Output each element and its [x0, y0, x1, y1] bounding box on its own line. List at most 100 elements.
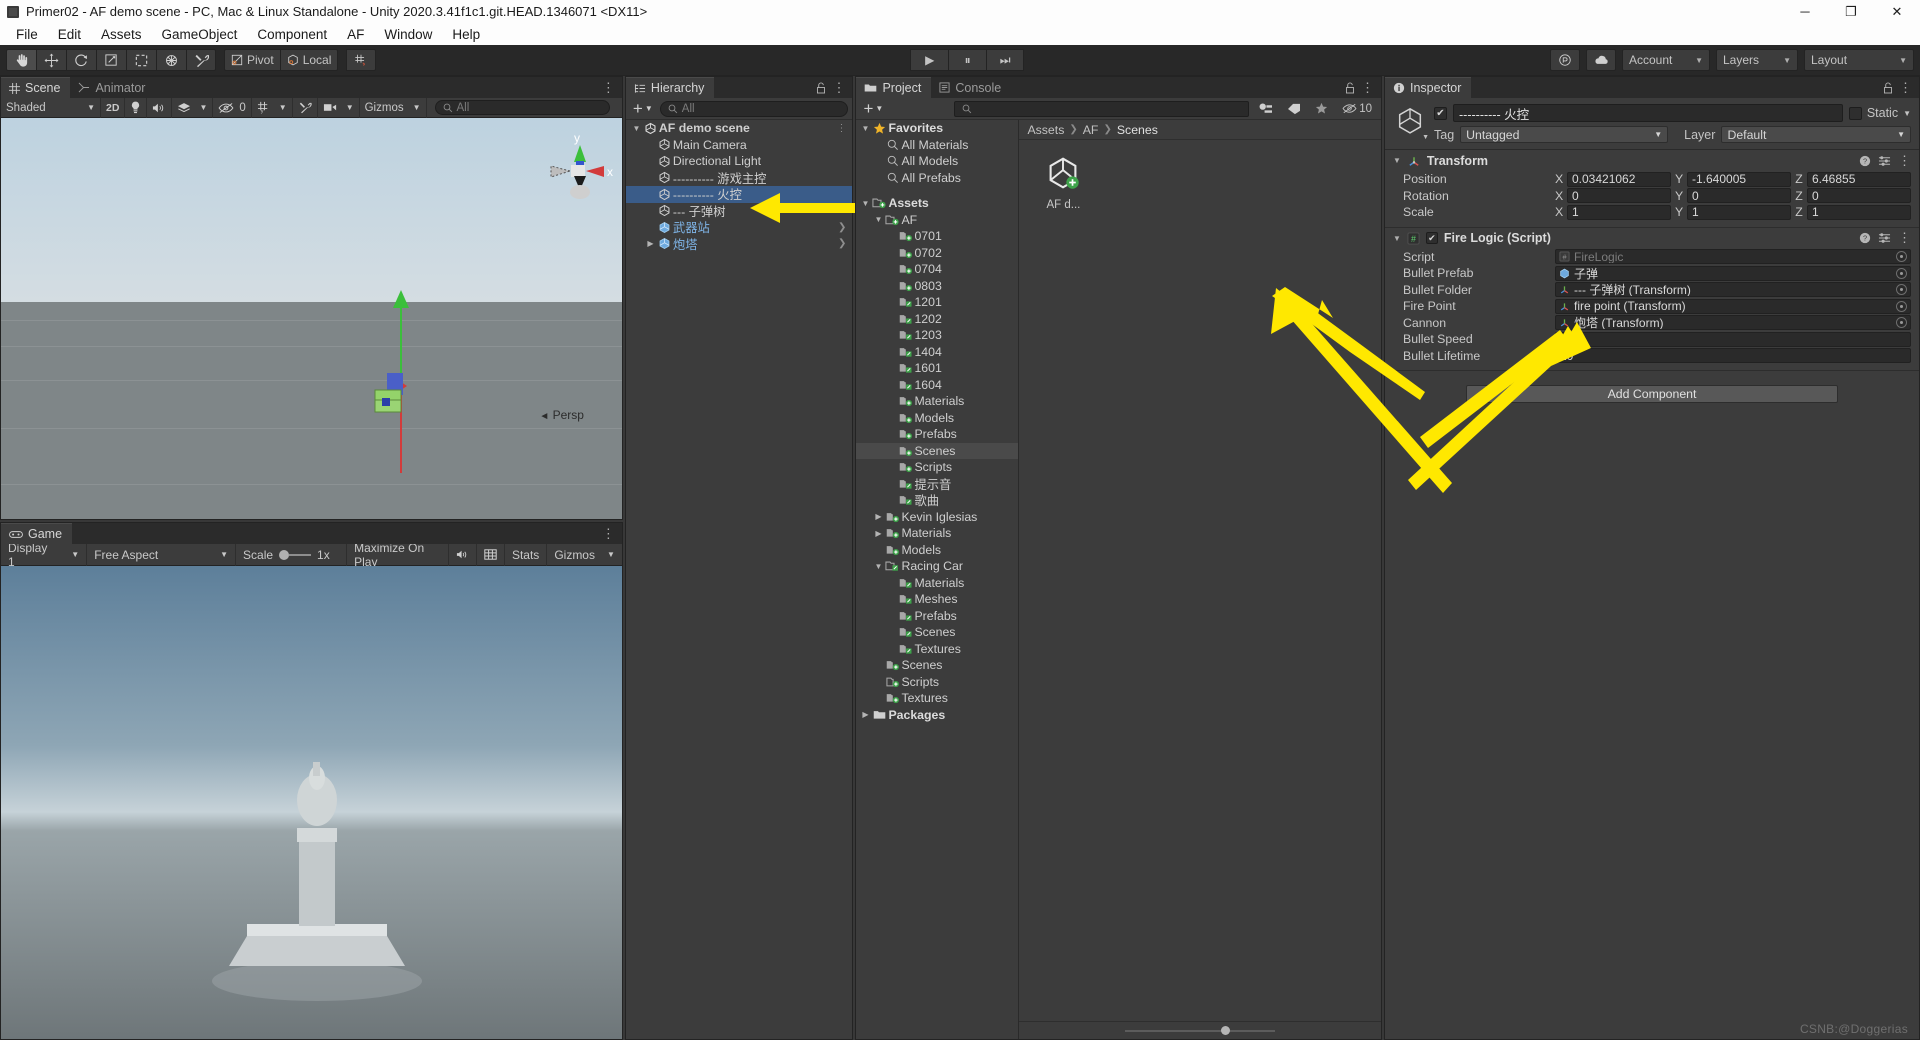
project-panel-header-icons[interactable]: ⋮	[1338, 77, 1381, 98]
step-button[interactable]: ⏭	[986, 49, 1025, 71]
kebab-icon[interactable]: ⋮	[832, 81, 845, 94]
scale-knob[interactable]	[279, 549, 290, 560]
transform-position-y-input[interactable]: -1.640005	[1687, 171, 1791, 187]
menu-file[interactable]: File	[6, 26, 48, 43]
game-grid-button[interactable]	[477, 543, 505, 566]
chevron-right-icon[interactable]: ❯	[838, 222, 846, 233]
grid-snap-button[interactable]	[346, 49, 377, 71]
filter-by-label-icon[interactable]	[1282, 103, 1306, 115]
asset-item[interactable]: AF d...	[1031, 150, 1095, 211]
account-dropdown[interactable]: Account ▼	[1622, 49, 1710, 71]
display-dropdown[interactable]: Display 1 ▼	[1, 541, 88, 569]
hierarchy-search-input[interactable]: All	[659, 100, 849, 117]
project-tree-item[interactable]: Models	[856, 542, 1018, 559]
slider-knob[interactable]	[1221, 1026, 1231, 1035]
scale-slider[interactable]: Scale 1x	[236, 543, 348, 566]
tab-project[interactable]: Project	[856, 77, 932, 98]
scene-transform-gizmo[interactable]	[1, 118, 622, 519]
asset-grid[interactable]: AF d...	[1019, 140, 1381, 1021]
breadcrumb-af[interactable]: AF	[1083, 123, 1099, 137]
project-tree-item[interactable]: Scripts	[856, 459, 1018, 476]
stats-button[interactable]: Stats	[505, 543, 548, 566]
thumbnail-size-slider[interactable]	[1125, 1026, 1276, 1035]
hierarchy-item[interactable]: ---------- 游戏主控	[626, 170, 853, 187]
foldout-closed-icon[interactable]: ▶	[644, 239, 657, 248]
foldout-icon[interactable]: ▼	[1393, 234, 1401, 243]
project-tree-item[interactable]: 1202	[856, 311, 1018, 328]
project-tree-item[interactable]: Scenes	[856, 657, 1018, 674]
preset-icon[interactable]	[1878, 155, 1891, 167]
project-tree-item[interactable]: Materials	[856, 393, 1018, 410]
game-gizmos-dropdown[interactable]: Gizmos ▼	[547, 544, 622, 566]
project-tree-item[interactable]: 1201	[856, 294, 1018, 311]
scene-grid-dropdown[interactable]: y ▼	[252, 97, 293, 118]
gameobject-enabled-checkbox[interactable]: ✔	[1434, 106, 1447, 120]
object-picker-icon[interactable]	[1896, 317, 1907, 329]
foldout-open-icon[interactable]: ▼	[630, 124, 643, 133]
lock-icon[interactable]	[1883, 81, 1893, 94]
kebab-icon[interactable]: ⋮	[1899, 81, 1912, 94]
hierarchy-tree[interactable]: ▼ AF demo scene ⋮ Main Camera Directional Li…	[625, 120, 853, 1039]
project-tree-item[interactable]: Meshes	[856, 591, 1018, 608]
transform-scale-y-input[interactable]: 1	[1687, 204, 1791, 220]
layout-dropdown[interactable]: Layout ▼	[1804, 49, 1914, 71]
help-icon[interactable]: ?	[1859, 232, 1871, 244]
project-tree-item[interactable]: 1404	[856, 344, 1018, 361]
project-tree-item[interactable]	[856, 186, 1018, 195]
project-tree-item[interactable]: 1604	[856, 377, 1018, 394]
filter-by-type-icon[interactable]	[1253, 102, 1278, 115]
preset-icon[interactable]	[1878, 232, 1891, 244]
project-tree-item[interactable]: 提示音	[856, 476, 1018, 493]
object-picker-icon[interactable]	[1896, 300, 1907, 312]
scene-audio-button[interactable]	[147, 97, 173, 118]
kebab-icon[interactable]: ⋮	[1898, 231, 1911, 244]
scene-lighting-button[interactable]	[125, 97, 148, 118]
project-search-input[interactable]	[954, 100, 1250, 117]
tag-dropdown[interactable]: Untagged ▼	[1460, 126, 1669, 143]
project-tree-item[interactable]: ▶ Kevin Iglesias	[856, 509, 1018, 526]
project-tree-item[interactable]: 1203	[856, 327, 1018, 344]
game-viewport[interactable]	[1, 566, 622, 1039]
hierarchy-item[interactable]: ▼ AF demo scene ⋮	[626, 120, 853, 137]
transform-tool-button[interactable]	[156, 49, 186, 71]
maximize-on-play-button[interactable]: Maximize On Play	[347, 541, 449, 569]
menu-assets[interactable]: Assets	[91, 26, 152, 43]
tab-console[interactable]: Console	[931, 77, 1012, 98]
rotate-tool-button[interactable]	[66, 49, 96, 71]
close-button[interactable]: ✕	[1874, 0, 1920, 23]
menu-gameobject[interactable]: GameObject	[152, 26, 248, 43]
rect-tool-button[interactable]	[126, 49, 156, 71]
menu-af[interactable]: AF	[337, 26, 374, 43]
hierarchy-item[interactable]: ---------- 火控	[625, 186, 853, 203]
tab-hierarchy[interactable]: Hierarchy	[625, 77, 715, 98]
hand-tool-button[interactable]	[6, 49, 36, 71]
maximize-button[interactable]: ❐	[1828, 0, 1874, 23]
minimize-button[interactable]: ─	[1782, 0, 1828, 23]
project-tree-item[interactable]: Prefabs	[856, 608, 1018, 625]
game-panel-menu[interactable]: ⋮	[594, 523, 622, 544]
menu-component[interactable]: Component	[247, 26, 337, 43]
breadcrumb-assets[interactable]: Assets	[1027, 123, 1064, 137]
cloud-button[interactable]	[1586, 49, 1616, 71]
transform-scale-x-input[interactable]: 1	[1567, 204, 1671, 220]
foldout-open-icon[interactable]: ▼	[872, 215, 884, 224]
tab-game[interactable]: Game	[1, 523, 73, 544]
tab-inspector[interactable]: Inspector	[1385, 77, 1472, 98]
project-tree[interactable]: ▼ Favorites All Materials All Models All Pre…	[856, 120, 1020, 1039]
project-tree-item[interactable]: Scripts	[856, 674, 1018, 691]
menu-window[interactable]: Window	[374, 26, 442, 43]
foldout-open-icon[interactable]: ▼	[859, 124, 871, 133]
firelogic-object-field[interactable]: # FireLogic	[1555, 249, 1911, 265]
pivot-toggle-button[interactable]: Pivot	[224, 49, 280, 71]
project-tree-item[interactable]: ▼ Assets	[856, 195, 1018, 212]
project-tree-item[interactable]: Textures	[856, 641, 1018, 658]
firelogic-number-field[interactable]: 10	[1555, 348, 1911, 364]
transform-position-x-input[interactable]: 0.03421062	[1567, 171, 1671, 187]
foldout-icon[interactable]: ▼	[1393, 156, 1401, 165]
project-tree-item[interactable]: All Materials	[856, 137, 1018, 154]
hierarchy-add-button[interactable]: + ▼	[630, 100, 656, 117]
layers-dropdown[interactable]: Layers ▼	[1716, 49, 1798, 71]
firelogic-enabled-checkbox[interactable]: ✔	[1425, 232, 1438, 244]
project-tree-item[interactable]: Materials	[856, 575, 1018, 592]
chevron-right-icon[interactable]: ❯	[838, 238, 846, 249]
